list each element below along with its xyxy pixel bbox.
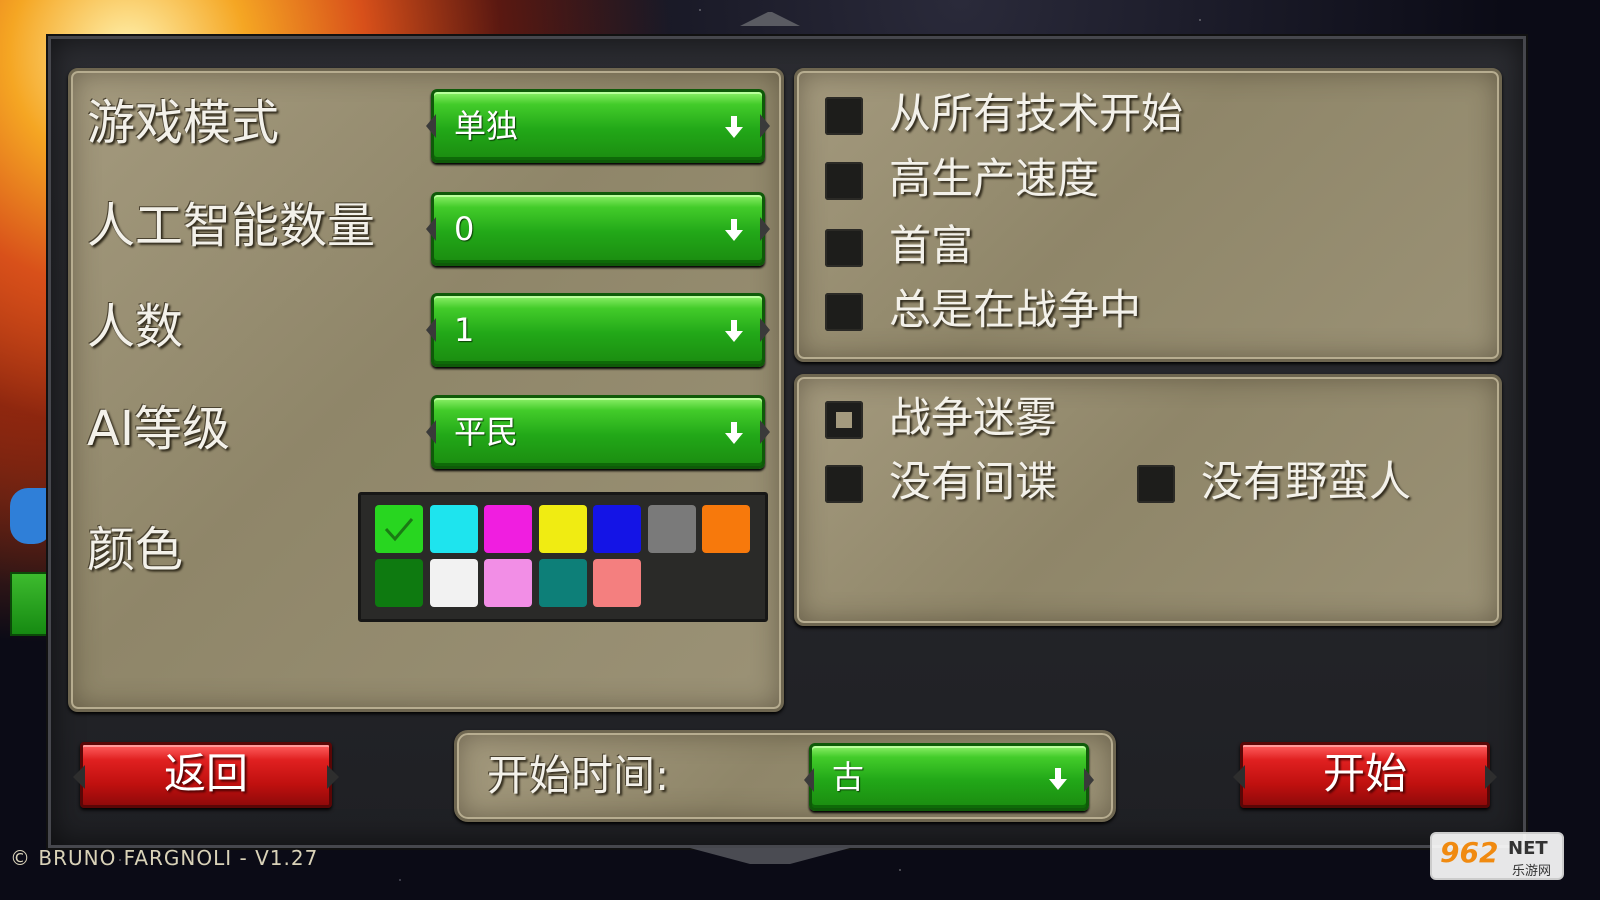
copyright-text: © BRUNO FARGNOLI - V1.27: [10, 846, 319, 870]
start-time-dropdown[interactable]: 古: [804, 743, 1094, 811]
richest-label: 首富: [889, 221, 974, 270]
ai-level-label: AI等级: [87, 401, 230, 457]
game-mode-dropdown[interactable]: 单独: [426, 89, 770, 163]
ai-count-label: 人工智能数量: [87, 198, 376, 254]
start-button[interactable]: 开始: [1233, 742, 1497, 808]
no-spies-checkbox[interactable]: [825, 465, 863, 503]
color-swatch[interactable]: [375, 505, 423, 553]
color-swatch[interactable]: [702, 505, 750, 553]
ai-level-dropdown[interactable]: 平民: [426, 395, 770, 469]
always-war-label: 总是在战争中: [889, 285, 1142, 334]
no-barbarians-checkbox[interactable]: [1137, 465, 1175, 503]
start-all-tech-label: 从所有技术开始: [889, 89, 1184, 138]
game-mode-value: 单独: [454, 107, 519, 145]
no-barbarians-label: 没有野蛮人: [1201, 457, 1412, 506]
color-picker: [358, 492, 768, 622]
start-time-label: 开始时间:: [487, 751, 670, 800]
arrow-down-icon: [725, 320, 743, 342]
site-watermark-logo: 962 NET 乐游网: [1430, 832, 1564, 880]
color-swatch[interactable]: [647, 505, 696, 553]
high-production-label: 高生产速度: [889, 154, 1100, 203]
ai-count-dropdown[interactable]: 0: [426, 192, 770, 266]
color-swatch[interactable]: [429, 505, 478, 553]
color-swatch[interactable]: [538, 505, 587, 553]
arrow-down-icon: [1049, 768, 1067, 790]
no-spies-label: 没有间谍: [889, 457, 1058, 506]
watermark-sub: 乐游网: [1512, 864, 1552, 879]
watermark-net: NET: [1508, 838, 1548, 859]
game-mode-label: 游戏模式: [87, 95, 280, 151]
watermark-number: 962: [1440, 836, 1499, 869]
fog-of-war-label: 战争迷雾: [889, 393, 1058, 442]
high-production-checkbox[interactable]: [825, 162, 863, 200]
checkmark-icon: [384, 518, 414, 542]
color-swatch[interactable]: [375, 559, 423, 607]
arrow-down-icon: [725, 219, 743, 241]
color-swatch[interactable]: [484, 559, 532, 607]
color-swatch[interactable]: [484, 505, 532, 553]
arrow-down-icon: [725, 116, 743, 138]
player-count-label: 人数: [87, 299, 184, 355]
player-count-dropdown[interactable]: 1: [426, 293, 770, 367]
frame-top-ornament: [740, 4, 800, 26]
start-time-panel: 开始时间: 古: [454, 730, 1116, 822]
start-time-value: 古: [832, 758, 865, 796]
chat-bubble-icon[interactable]: [10, 488, 52, 544]
ai-level-value: 平民: [454, 413, 519, 451]
color-swatch[interactable]: [593, 505, 641, 553]
player-count-value: 1: [454, 311, 475, 349]
always-war-checkbox[interactable]: [825, 293, 863, 331]
start-all-tech-checkbox[interactable]: [825, 97, 863, 135]
rules-panel: 从所有技术开始 高生产速度 首富 总是在战争中: [794, 68, 1502, 362]
color-swatch[interactable]: [593, 559, 641, 607]
fog-of-war-checkbox[interactable]: [825, 401, 863, 439]
color-swatch[interactable]: [429, 559, 478, 607]
start-button-label: 开始: [1322, 749, 1407, 798]
visibility-panel: 战争迷雾 没有间谍 没有野蛮人: [794, 374, 1502, 626]
back-button[interactable]: 返回: [73, 742, 339, 808]
ai-count-value: 0: [454, 210, 475, 248]
color-swatch[interactable]: [538, 559, 587, 607]
back-button-label: 返回: [163, 749, 248, 798]
richest-checkbox[interactable]: [825, 229, 863, 267]
frame-bottom-ornament: [690, 848, 850, 872]
color-label: 颜色: [87, 522, 184, 578]
arrow-down-icon: [725, 422, 743, 444]
